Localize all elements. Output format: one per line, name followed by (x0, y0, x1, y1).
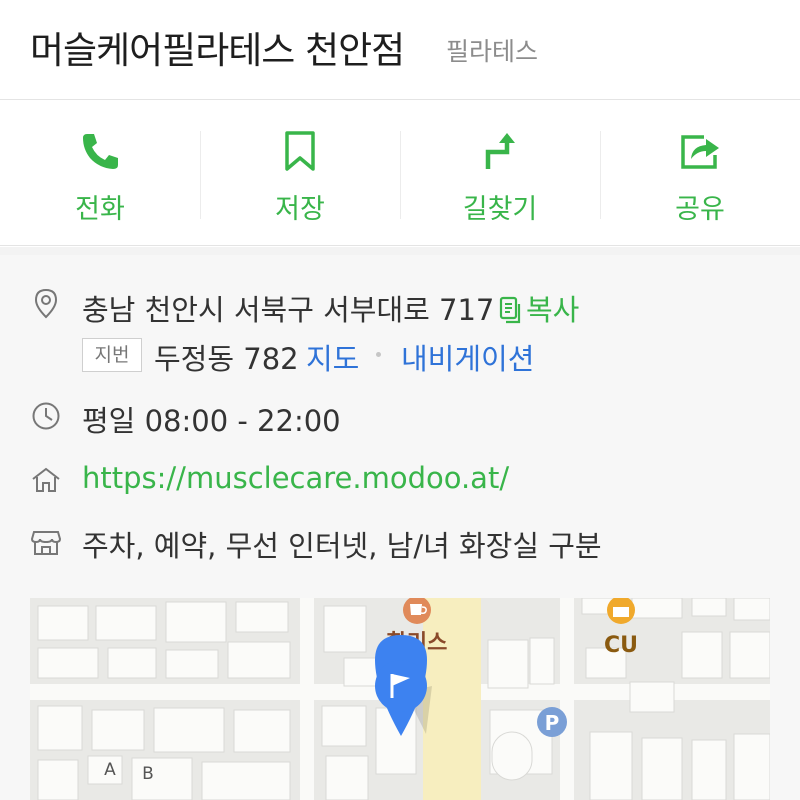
amenities: 주차, 예약, 무선 인터넷, 남/녀 화장실 구분 (82, 529, 602, 563)
store-icon (30, 526, 62, 558)
section-divider (0, 247, 800, 255)
call-button[interactable]: 전화 (0, 101, 200, 245)
directions-button[interactable]: 길찾기 (400, 101, 600, 245)
place-title: 머슬케어필라테스 천안점 (30, 29, 405, 72)
map-preview[interactable]: 할리스 CU P A B (30, 598, 770, 800)
road-address: 충남 천안시 서북구 서부대로 717 (82, 293, 495, 327)
share-icon (678, 129, 722, 173)
share-button[interactable]: 공유 (600, 101, 800, 245)
navigation-link[interactable]: 내비게이션 (401, 336, 534, 378)
jibun-badge: 지번 (82, 338, 142, 372)
directions-icon (478, 129, 522, 173)
business-hours: 평일 08:00 - 22:00 (82, 404, 341, 438)
save-button[interactable]: 저장 (200, 101, 400, 245)
separator-dot (376, 352, 381, 357)
website-link[interactable]: https://musclecare.modoo.at/ (82, 461, 509, 495)
place-category: 필라테스 (446, 37, 539, 66)
parking-label: P (545, 711, 560, 735)
bookmark-icon (278, 129, 322, 173)
building-a-label: A (104, 760, 116, 780)
location-pin-icon (30, 287, 62, 319)
home-icon (30, 464, 62, 496)
action-bar: 전화 저장 길찾기 공유 (0, 101, 800, 246)
copy-label: 복사 (526, 293, 580, 327)
jibun-address: 두정동 782 (154, 342, 299, 376)
place-header: 머슬케어필라테스 천안점 필라테스 (0, 0, 800, 100)
map-link[interactable]: 지도 (306, 336, 359, 378)
copy-address-button[interactable]: 복사 (498, 287, 579, 329)
share-label: 공유 (675, 194, 725, 225)
call-label: 전화 (75, 194, 125, 225)
save-label: 저장 (275, 194, 325, 225)
parking-icon[interactable]: P (537, 707, 567, 737)
building-b-label: B (142, 764, 154, 784)
copy-icon (499, 296, 521, 324)
clock-icon (30, 400, 62, 432)
directions-label: 길찾기 (462, 194, 538, 225)
poi-cu-label: CU (604, 633, 638, 658)
phone-icon (78, 129, 122, 173)
